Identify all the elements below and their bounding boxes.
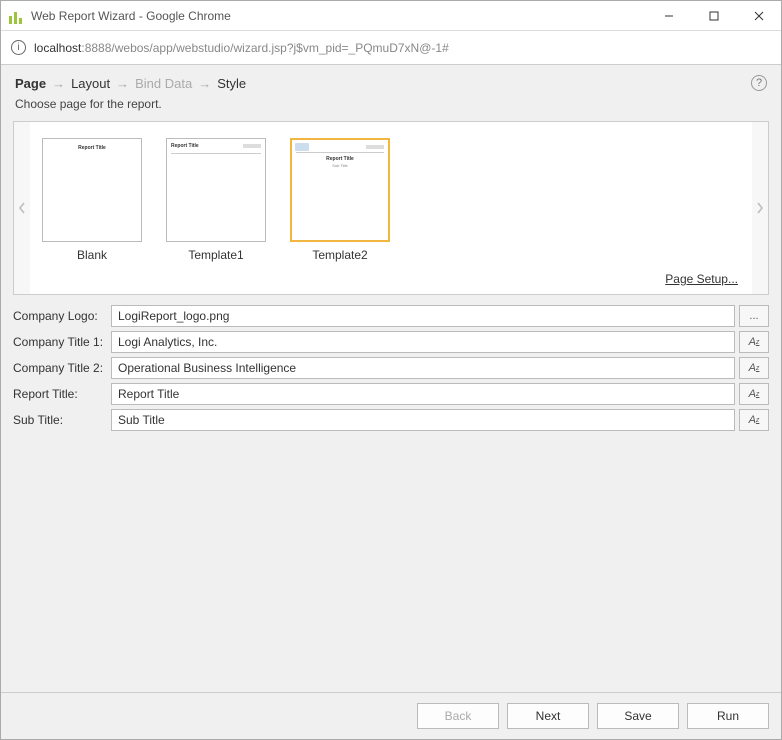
gallery-next-button[interactable] xyxy=(752,122,768,294)
template-thumb: Report Title Sub Title xyxy=(290,138,390,242)
crumb-layout[interactable]: Layout xyxy=(71,76,110,91)
template-label: Template2 xyxy=(312,248,367,262)
thumb-subtitle: Sub Title xyxy=(292,163,388,168)
crumb-sep: → xyxy=(52,76,65,91)
page-setup-link[interactable]: Page Setup... xyxy=(665,272,738,286)
template-thumb: Report Title xyxy=(42,138,142,242)
crumb-sep: → xyxy=(198,76,211,91)
run-button[interactable]: Run xyxy=(687,703,769,729)
thumb-title: Report Title xyxy=(43,145,141,151)
crumb-style[interactable]: Style xyxy=(217,76,246,91)
breadcrumb: Page → Layout → Bind Data → Style ? xyxy=(1,65,781,97)
crumb-sep: → xyxy=(116,76,129,91)
template-blank[interactable]: Report Title Blank xyxy=(42,138,142,262)
wizard-content: Page → Layout → Bind Data → Style ? Choo… xyxy=(1,65,781,739)
template-template2[interactable]: Report Title Sub Title Template2 xyxy=(290,138,390,262)
label-company-logo: Company Logo: xyxy=(13,309,111,323)
app-icon xyxy=(9,8,25,24)
maximize-button[interactable] xyxy=(691,1,736,30)
font-button-sub-title[interactable]: Az xyxy=(739,409,769,431)
input-report-title[interactable] xyxy=(111,383,735,405)
address-bar: i localhost:8888/webos/app/webstudio/wiz… xyxy=(1,31,781,65)
thumb-date xyxy=(366,145,384,149)
minimize-button[interactable] xyxy=(646,1,691,30)
crumb-bind-data: Bind Data xyxy=(135,76,192,91)
template-thumb: Report Title xyxy=(166,138,266,242)
thumb-date xyxy=(243,144,261,148)
template-template1[interactable]: Report Title Template1 xyxy=(166,138,266,262)
thumb-rule xyxy=(171,153,261,154)
label-company-title2: Company Title 2: xyxy=(13,361,111,375)
input-sub-title[interactable] xyxy=(111,409,735,431)
label-sub-title: Sub Title: xyxy=(13,413,111,427)
properties-form: Company Logo: ... Company Title 1: Az Co… xyxy=(13,305,769,435)
save-button[interactable]: Save xyxy=(597,703,679,729)
label-report-title: Report Title: xyxy=(13,387,111,401)
instruction-text: Choose page for the report. xyxy=(1,97,781,121)
next-button[interactable]: Next xyxy=(507,703,589,729)
back-button: Back xyxy=(417,703,499,729)
gallery-prev-button[interactable] xyxy=(14,122,30,294)
help-icon[interactable]: ? xyxy=(751,75,767,91)
template-gallery: Report Title Blank Report Title Template… xyxy=(13,121,769,295)
template-label: Blank xyxy=(77,248,107,262)
input-company-title2[interactable] xyxy=(111,357,735,379)
font-button-title2[interactable]: Az xyxy=(739,357,769,379)
label-company-title1: Company Title 1: xyxy=(13,335,111,349)
font-button-title1[interactable]: Az xyxy=(739,331,769,353)
template-label: Template1 xyxy=(188,248,243,262)
input-company-logo[interactable] xyxy=(111,305,735,327)
url-text[interactable]: localhost:8888/webos/app/webstudio/wizar… xyxy=(34,41,449,55)
window-title: Web Report Wizard - Google Chrome xyxy=(31,9,231,23)
font-button-report-title[interactable]: Az xyxy=(739,383,769,405)
close-button[interactable] xyxy=(736,1,781,30)
crumb-page[interactable]: Page xyxy=(15,76,46,91)
thumb-title: Report Title xyxy=(292,156,388,162)
wizard-footer: Back Next Save Run xyxy=(1,692,781,739)
thumb-rule xyxy=(296,152,384,153)
window-titlebar: Web Report Wizard - Google Chrome xyxy=(1,1,781,31)
site-info-icon[interactable]: i xyxy=(11,40,26,55)
thumb-logo xyxy=(295,143,309,151)
input-company-title1[interactable] xyxy=(111,331,735,353)
browse-logo-button[interactable]: ... xyxy=(739,305,769,327)
